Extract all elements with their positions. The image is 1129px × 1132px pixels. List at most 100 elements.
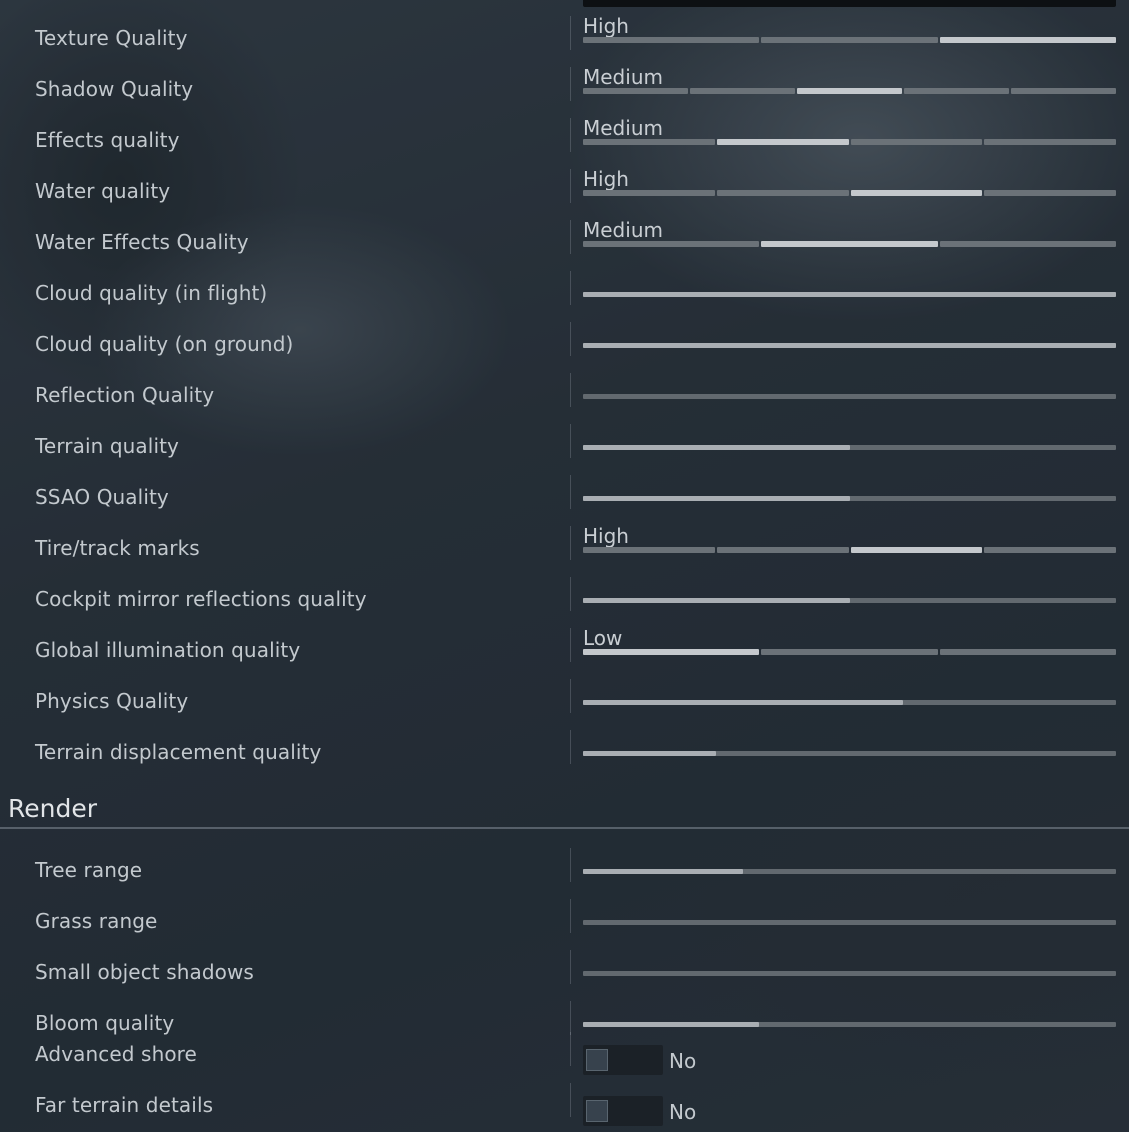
setting-row-texture-quality: Texture Quality High — [0, 10, 1129, 61]
setting-label: SSAO Quality — [35, 485, 169, 509]
column-separator — [570, 271, 571, 305]
range-slider[interactable] — [583, 343, 1116, 348]
column-separator — [570, 373, 571, 407]
column-separator — [570, 16, 571, 50]
setting-row-water-quality: Water quality High — [0, 163, 1129, 214]
range-slider[interactable] — [583, 920, 1116, 925]
slider-segment[interactable] — [761, 37, 938, 43]
column-separator — [570, 628, 571, 662]
slider-segment[interactable] — [761, 241, 938, 247]
slider-segment[interactable] — [583, 190, 715, 196]
slider-segment[interactable] — [716, 190, 849, 196]
setting-row-advanced-shore: Advanced shore No — [0, 1026, 1129, 1077]
section-divider — [0, 827, 1129, 829]
setting-label: Water quality — [35, 179, 171, 203]
column-separator — [570, 424, 571, 458]
quality-slider[interactable] — [583, 37, 1116, 43]
slider-segment[interactable] — [797, 88, 902, 94]
slider-segment[interactable] — [850, 190, 983, 196]
setting-label: Grass range — [35, 909, 158, 933]
range-slider[interactable] — [583, 751, 1116, 756]
setting-row-terrain-displacement-quality: Terrain displacement quality — [0, 724, 1129, 775]
slider-fill — [583, 292, 1116, 297]
setting-label: Reflection Quality — [35, 383, 215, 407]
slider-segment[interactable] — [939, 649, 1116, 655]
setting-row-far-terrain-details: Far terrain details No — [0, 1077, 1129, 1128]
slider-segment[interactable] — [690, 88, 795, 94]
setting-row-ssao-quality: SSAO Quality — [0, 469, 1129, 520]
setting-label: Tire/track marks — [35, 536, 200, 560]
range-slider[interactable] — [583, 971, 1116, 976]
setting-label: Small object shadows — [35, 960, 254, 984]
setting-label: Terrain quality — [35, 434, 179, 458]
slider-segment[interactable] — [850, 139, 983, 145]
toggle-knob[interactable] — [586, 1100, 608, 1122]
setting-label: Global illumination quality — [35, 638, 301, 662]
setting-label: Terrain displacement quality — [35, 740, 322, 764]
range-slider[interactable] — [583, 598, 1116, 603]
slider-segment[interactable] — [716, 547, 849, 553]
toggle-knob[interactable] — [586, 1049, 608, 1071]
setting-label: Cockpit mirror reflections quality — [35, 587, 367, 611]
slider-segment[interactable] — [1011, 88, 1116, 94]
slider-segment[interactable] — [939, 241, 1116, 247]
slider-segment[interactable] — [583, 241, 760, 247]
range-slider[interactable] — [583, 394, 1116, 399]
setting-row-cloud-quality-on-ground: Cloud quality (on ground) — [0, 316, 1129, 367]
column-separator — [570, 848, 571, 882]
range-slider[interactable] — [583, 700, 1116, 705]
slider-fill — [583, 869, 743, 874]
column-separator — [570, 169, 571, 203]
toggle-state: No — [669, 1049, 697, 1073]
slider-segment[interactable] — [904, 88, 1009, 94]
range-slider[interactable] — [583, 292, 1116, 297]
previous-setting-slider[interactable] — [583, 0, 1116, 7]
quality-slider[interactable] — [583, 88, 1116, 94]
quality-slider[interactable] — [583, 139, 1116, 145]
setting-row-physics-quality: Physics Quality — [0, 673, 1129, 724]
setting-row-grass-range: Grass range — [0, 893, 1129, 944]
quality-slider[interactable] — [583, 190, 1116, 196]
column-separator — [570, 577, 571, 611]
slider-segment[interactable] — [716, 139, 849, 145]
slider-fill — [583, 751, 717, 756]
slider-segment[interactable] — [583, 649, 760, 655]
setting-value: Medium — [583, 65, 663, 89]
toggle-switch[interactable] — [583, 1096, 663, 1126]
slider-segment[interactable] — [939, 37, 1116, 43]
setting-value: Medium — [583, 116, 663, 140]
column-separator — [570, 526, 571, 560]
column-separator — [570, 220, 571, 254]
setting-label: Tree range — [35, 858, 143, 882]
setting-label: Far terrain details — [35, 1093, 214, 1117]
range-slider[interactable] — [583, 445, 1116, 450]
slider-segment[interactable] — [583, 139, 715, 145]
slider-segment[interactable] — [850, 547, 983, 553]
slider-segment[interactable] — [761, 649, 938, 655]
quality-slider[interactable] — [583, 649, 1116, 655]
slider-fill — [583, 700, 903, 705]
slider-segment[interactable] — [984, 139, 1116, 145]
setting-row-effects-quality: Effects quality Medium — [0, 112, 1129, 163]
quality-slider[interactable] — [583, 241, 1116, 247]
setting-label: Shadow Quality — [35, 77, 194, 101]
setting-row-terrain-quality: Terrain quality — [0, 418, 1129, 469]
range-slider[interactable] — [583, 496, 1116, 501]
setting-row-reflection-quality: Reflection Quality — [0, 367, 1129, 418]
range-slider[interactable] — [583, 869, 1116, 874]
setting-value: Medium — [583, 218, 663, 242]
quality-slider[interactable] — [583, 547, 1116, 553]
setting-row-global-illumination-quality: Global illumination quality Low — [0, 622, 1129, 673]
slider-segment[interactable] — [583, 547, 715, 553]
slider-fill — [583, 445, 850, 450]
column-separator — [570, 730, 571, 764]
slider-segment[interactable] — [984, 547, 1116, 553]
slider-segment[interactable] — [583, 88, 688, 94]
section-title-render: Render — [8, 794, 98, 823]
toggle-switch[interactable] — [583, 1045, 663, 1075]
column-separator — [570, 322, 571, 356]
setting-label: Advanced shore — [35, 1042, 197, 1066]
slider-segment[interactable] — [984, 190, 1116, 196]
slider-segment[interactable] — [583, 37, 760, 43]
slider-fill — [583, 496, 850, 501]
